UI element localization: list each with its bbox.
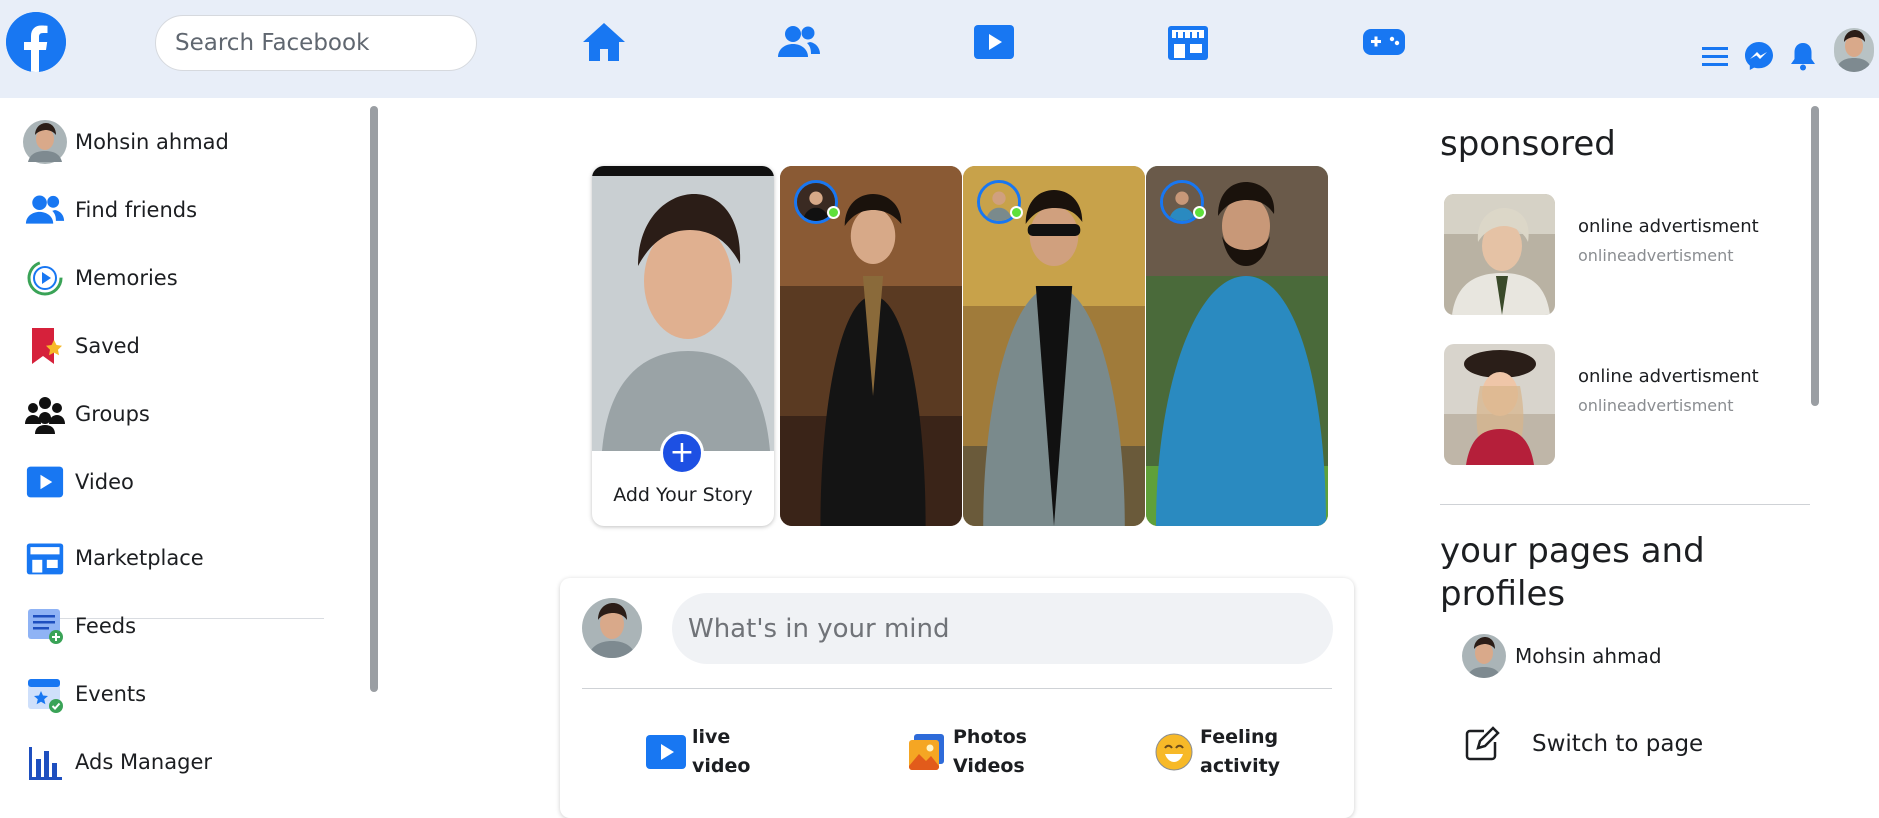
sidebar-item-memories[interactable]: Memories bbox=[22, 254, 178, 302]
sidebar-item-label: Marketplace bbox=[75, 546, 204, 570]
composer-divider bbox=[582, 688, 1332, 689]
video-icon bbox=[22, 460, 67, 505]
saved-icon bbox=[22, 324, 67, 369]
sidebar-item-label: Feeds bbox=[75, 614, 137, 638]
live-video-button[interactable]: live video bbox=[644, 722, 750, 782]
story-card[interactable] bbox=[780, 166, 962, 526]
groups-icon bbox=[22, 392, 67, 437]
sidebar-item-events[interactable]: Events bbox=[22, 670, 146, 718]
sidebar-item-label: Groups bbox=[75, 402, 150, 426]
messenger-icon[interactable] bbox=[1744, 41, 1774, 71]
sponsored-ad[interactable]: online advertisment onlineadvertisment bbox=[1444, 344, 1834, 465]
ad-title: online advertisment bbox=[1578, 366, 1759, 387]
right-column-scrollbar[interactable] bbox=[1811, 106, 1819, 406]
sidebar-item-label: Saved bbox=[75, 334, 140, 358]
ads-manager-icon bbox=[22, 740, 67, 785]
ad-image bbox=[1444, 344, 1555, 465]
page-profile-item[interactable]: Mohsin ahmad bbox=[1462, 632, 1662, 680]
sidebar-item-label: Ads Manager bbox=[75, 750, 212, 774]
sidebar-item-feeds[interactable]: Feeds bbox=[22, 602, 136, 650]
switch-to-page-label: Switch to page bbox=[1532, 731, 1704, 757]
facebook-logo-icon[interactable] bbox=[6, 12, 66, 72]
sidebar-item-profile[interactable]: Mohsin ahmad bbox=[22, 118, 229, 166]
profile-avatar bbox=[22, 120, 67, 165]
marketplace-icon bbox=[22, 536, 67, 581]
sidebar-item-label: Mohsin ahmad bbox=[75, 130, 229, 154]
watch-icon[interactable] bbox=[970, 18, 1018, 66]
right-column: sponsored online advertisment onlineadve… bbox=[1440, 98, 1820, 805]
photos-videos-button[interactable]: Photos Videos bbox=[905, 722, 1027, 782]
sidebar-item-label: Events bbox=[75, 682, 147, 706]
ad-subtitle: onlineadvertisment bbox=[1578, 396, 1734, 415]
action-label: Feeling bbox=[1200, 726, 1279, 748]
ad-title: online advertisment bbox=[1578, 216, 1759, 237]
home-icon[interactable] bbox=[580, 18, 628, 66]
edit-icon bbox=[1462, 724, 1502, 764]
marketplace-icon[interactable] bbox=[1164, 18, 1212, 66]
composer-avatar bbox=[582, 598, 642, 658]
sidebar-item-label: Video bbox=[75, 470, 134, 494]
top-bar: Search Facebook bbox=[0, 0, 1879, 98]
action-label: Photos bbox=[953, 726, 1027, 748]
sponsored-ad[interactable]: online advertisment onlineadvertisment bbox=[1444, 194, 1834, 315]
menu-icon[interactable] bbox=[1700, 41, 1730, 71]
gaming-icon[interactable] bbox=[1360, 18, 1408, 66]
pages-title-line: your pages and bbox=[1440, 531, 1705, 571]
story-card[interactable] bbox=[963, 166, 1145, 526]
sidebar-item-find-friends[interactable]: Find friends bbox=[22, 186, 197, 234]
online-status-dot bbox=[1193, 206, 1206, 219]
whats-on-your-mind-input[interactable]: What's in your mind bbox=[672, 593, 1333, 664]
page-avatar bbox=[1462, 634, 1506, 678]
memories-icon bbox=[22, 256, 67, 301]
story-photo bbox=[592, 166, 774, 451]
feeling-icon bbox=[1152, 730, 1196, 774]
action-label: live bbox=[692, 726, 731, 748]
action-label: video bbox=[692, 755, 751, 777]
post-composer: What's in your mind live video Photos Vide… bbox=[560, 578, 1354, 818]
sidebar-item-label: Memories bbox=[75, 266, 178, 290]
sidebar-item-saved[interactable]: Saved bbox=[22, 322, 140, 370]
friends-icon[interactable] bbox=[775, 18, 823, 66]
profile-avatar[interactable] bbox=[1834, 28, 1874, 72]
online-status-dot bbox=[1010, 206, 1023, 219]
sidebar-item-video[interactable]: Video bbox=[22, 458, 134, 506]
photos-icon bbox=[905, 730, 949, 774]
sidebar-item-ads-manager[interactable]: Ads Manager bbox=[22, 738, 212, 786]
left-sidebar: Mohsin ahmad Find friends Memories Saved… bbox=[0, 98, 380, 805]
friends-icon bbox=[22, 188, 67, 233]
action-label: Videos bbox=[953, 755, 1025, 777]
story-card[interactable] bbox=[1146, 166, 1328, 526]
events-icon bbox=[22, 672, 67, 717]
add-story-button[interactable]: + bbox=[660, 431, 704, 475]
add-story-card[interactable]: + Add Your Story bbox=[592, 166, 774, 526]
live-video-icon bbox=[644, 730, 688, 774]
online-status-dot bbox=[827, 206, 840, 219]
pages-title-line: profiles bbox=[1440, 574, 1566, 614]
sidebar-item-marketplace[interactable]: Marketplace bbox=[22, 534, 204, 582]
notifications-icon[interactable] bbox=[1788, 41, 1818, 71]
sidebar-item-label: Find friends bbox=[75, 198, 198, 222]
feeling-activity-button[interactable]: Feeling activity bbox=[1152, 722, 1280, 782]
switch-to-page-button[interactable]: Switch to page bbox=[1462, 722, 1703, 766]
action-label: activity bbox=[1200, 755, 1281, 777]
pages-profiles-title: your pages and profiles bbox=[1440, 530, 1705, 616]
search-input[interactable]: Search Facebook bbox=[155, 15, 477, 71]
page-name: Mohsin ahmad bbox=[1515, 644, 1662, 668]
right-divider bbox=[1440, 504, 1810, 505]
sponsored-title: sponsored bbox=[1440, 124, 1616, 164]
add-story-label: Add Your Story bbox=[613, 484, 753, 506]
ad-subtitle: onlineadvertisment bbox=[1578, 246, 1734, 265]
feeds-icon bbox=[22, 604, 67, 649]
sidebar-item-groups[interactable]: Groups bbox=[22, 390, 150, 438]
sidebar-scrollbar[interactable] bbox=[370, 106, 378, 692]
ad-image bbox=[1444, 194, 1555, 315]
